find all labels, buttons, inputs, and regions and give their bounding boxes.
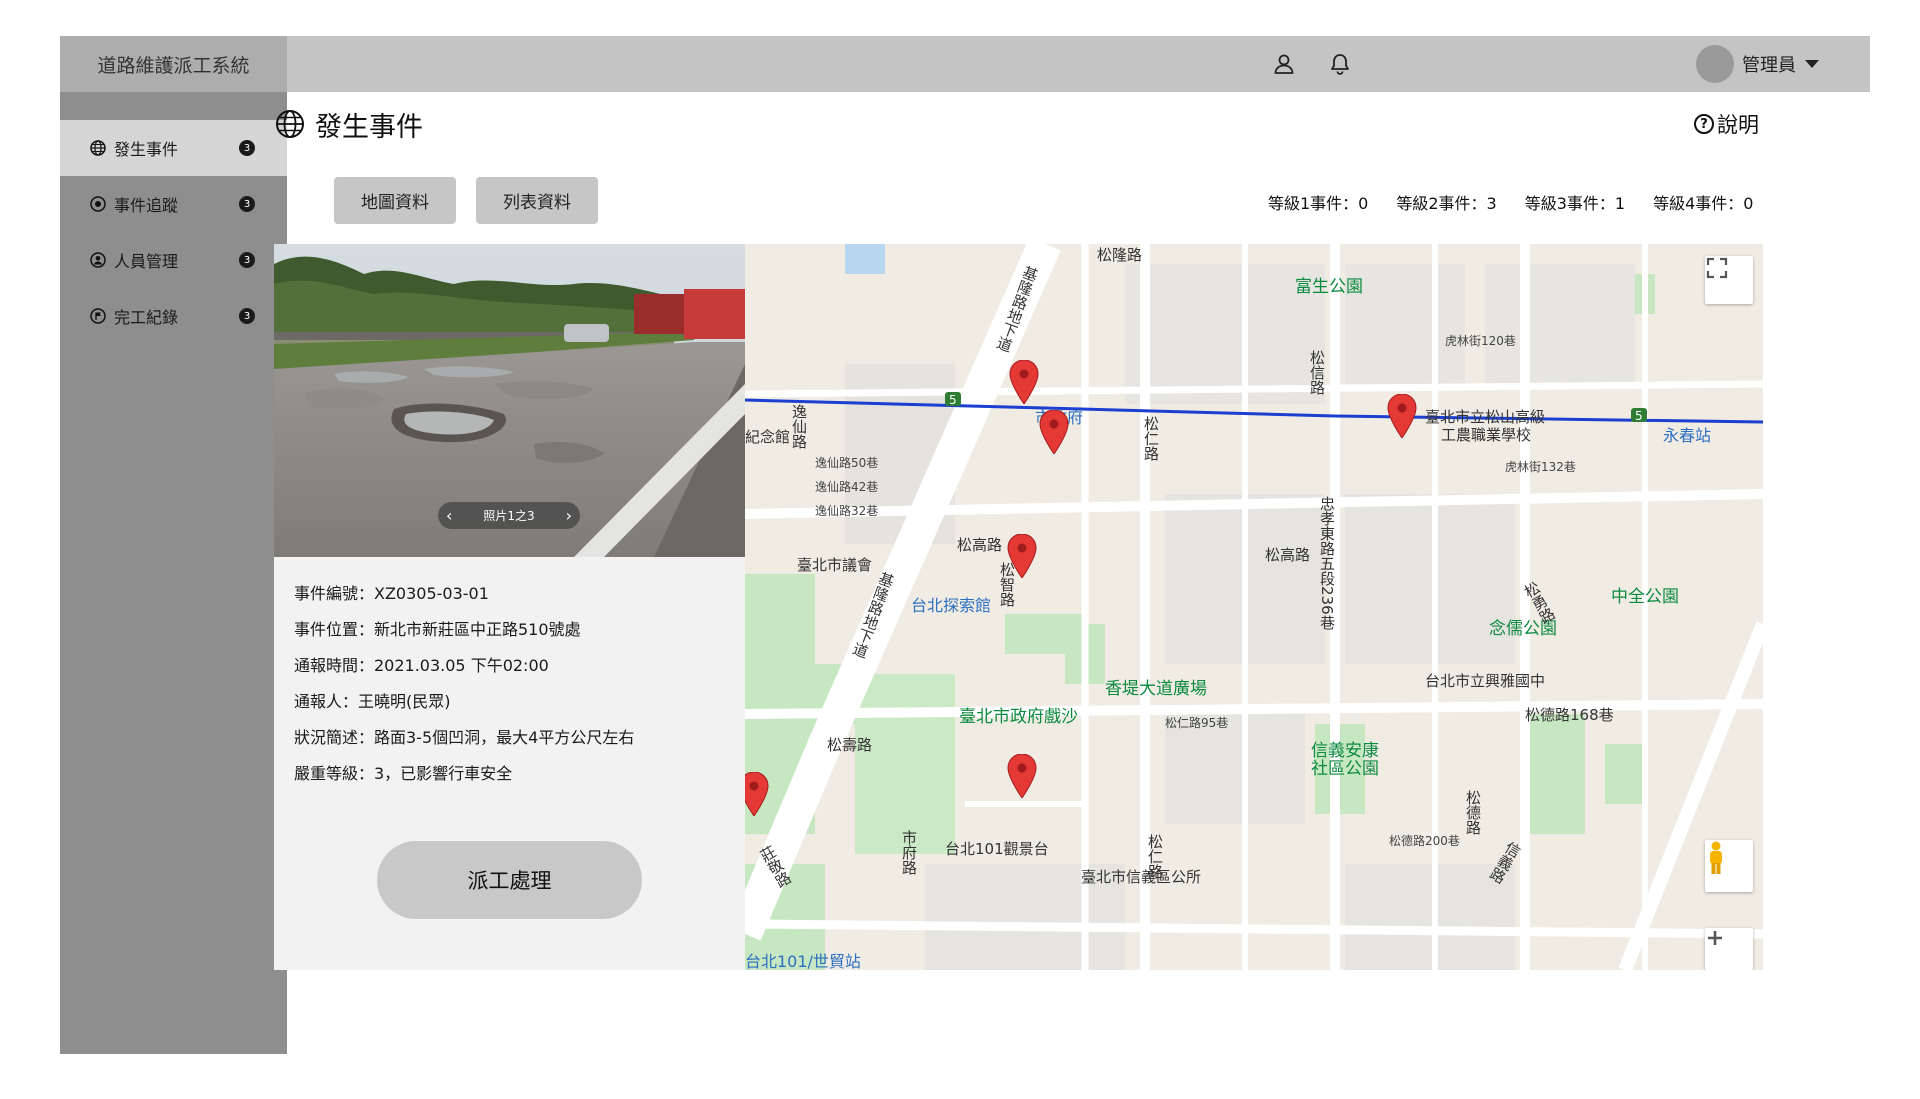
map-label: 松德路168巷 [1525, 706, 1614, 724]
map-label: 松仁路 [1142, 416, 1160, 461]
map-label: 逸仙路42巷 [815, 480, 879, 494]
map-label: 工農職業學校 [1441, 426, 1532, 444]
sidebar: 發生事件 3 事件追蹤 3 人員管理 3 完工紀錄 3 [60, 92, 287, 1054]
map-pin[interactable] [1007, 534, 1037, 578]
globe-icon [276, 110, 304, 138]
map-label: 松信路 [1308, 350, 1326, 395]
level-2-count: 等級2事件：3 [1396, 194, 1497, 213]
map-pin[interactable] [1039, 410, 1069, 454]
tab-list-data[interactable]: 列表資料 [476, 177, 598, 224]
help-label: 說明 [1717, 113, 1759, 137]
map-label: 松壽路 [827, 736, 873, 754]
event-photo: ‹ 照片1之3 › [274, 244, 745, 557]
user-menu[interactable]: 管理員 [1696, 44, 1819, 84]
map-label: 市府路 [900, 830, 918, 875]
help-link[interactable]: ? 說明 [1694, 109, 1759, 139]
map-label: 松仁路95巷 [1165, 716, 1229, 730]
map-label: 逸仙路 [790, 404, 808, 449]
map-label: 永春站 [1663, 426, 1712, 445]
map-label: 松仁路 [1146, 834, 1164, 879]
sidebar-item-label: 發生事件 [114, 140, 179, 159]
level-3-count: 等級3事件：1 [1524, 194, 1626, 213]
metro-marker: 5 [1635, 409, 1643, 423]
dispatch-button[interactable]: 派工處理 [377, 841, 642, 919]
event-panel: ‹ 照片1之3 › 事件編號：XZ0305-03-01 事件位置：新北市新莊區中… [274, 244, 1823, 970]
map-canvas [745, 244, 1763, 970]
map-label: 虎林街132巷 [1505, 460, 1576, 474]
level-4-count: 等級4事件：0 [1653, 194, 1754, 213]
sidebar-item-completed[interactable]: 完工紀錄 3 [60, 288, 287, 344]
event-time: 通報時間：2021.03.05 下午02:00 [294, 656, 549, 675]
count-badge: 3 [239, 140, 255, 156]
map-pin[interactable] [1007, 754, 1037, 798]
map-label: 台北探索館 [911, 596, 992, 615]
map-pin[interactable] [1009, 360, 1039, 404]
map-label: 松隆路 [1097, 246, 1143, 264]
bell-icon[interactable] [1326, 50, 1354, 78]
count-badge: 3 [239, 308, 255, 324]
map-label: 松德路200巷 [1389, 834, 1460, 848]
page-title: 發生事件 [275, 104, 423, 144]
sidebar-item-label: 事件追蹤 [114, 196, 179, 215]
event-reporter: 通報人：王曉明(民眾) [294, 692, 451, 711]
help-icon: ? [1694, 114, 1714, 134]
map-pin[interactable] [745, 772, 769, 816]
map-pin[interactable] [1387, 394, 1417, 438]
metro-marker: 5 [949, 393, 957, 407]
chevron-left-icon[interactable]: ‹ [446, 507, 452, 524]
eye-icon [89, 195, 107, 213]
tab-map-data[interactable]: 地圖資料 [334, 177, 456, 224]
map-label: 松高路 [1265, 546, 1311, 564]
map-label: 紀念館 [745, 428, 791, 446]
person-circle-icon [89, 251, 107, 269]
level-1-count: 等級1事件：0 [1268, 194, 1369, 213]
globe-icon [89, 139, 107, 157]
user-icon[interactable] [1270, 50, 1298, 78]
app-title: 道路維護派工系統 [60, 36, 287, 92]
avatar [1696, 45, 1734, 83]
sidebar-item-tracking[interactable]: 事件追蹤 3 [60, 176, 287, 232]
event-summary: 狀況簡述：路面3-5個凹洞，最大4平方公尺左右 [294, 728, 635, 747]
photo-pager: ‹ 照片1之3 › [438, 502, 580, 529]
count-badge: 3 [239, 196, 255, 212]
map-label: 松高路 [957, 536, 1003, 554]
sidebar-item-events[interactable]: 發生事件 3 [60, 120, 287, 176]
event-severity: 嚴重等級：3，已影響行車安全 [294, 764, 513, 783]
level-summary: 等級1事件：0 等級2事件：3 等級3事件：1 等級4事件：0 [1268, 190, 1754, 214]
count-badge: 3 [239, 252, 255, 268]
top-bar: 道路維護派工系統 管理員 [60, 36, 1870, 92]
map-label: 虎林街120巷 [1445, 334, 1516, 348]
map-label: 社區公園 [1311, 759, 1379, 779]
fullscreen-icon[interactable] [1705, 256, 1753, 304]
photo-counter-text: 照片1之3 [483, 509, 535, 523]
map-label: 忠孝東路五段236巷 [1318, 496, 1336, 630]
map-label: 台北101觀景台 [945, 840, 1049, 858]
map-label: 臺北市議會 [797, 556, 873, 574]
sidebar-item-label: 完工紀錄 [114, 308, 179, 327]
map-label: 香堤大道廣場 [1105, 679, 1207, 699]
zoom-in-icon[interactable] [1705, 928, 1753, 970]
event-id: 事件編號：XZ0305-03-01 [294, 584, 489, 603]
event-location: 事件位置：新北市新莊區中正路510號處 [294, 620, 581, 639]
user-name: 管理員 [1742, 55, 1796, 76]
map-view[interactable]: 松隆路 富生公園 市政府 臺北市立松山高級 工農職業學校 永春站 紀念館 松高路… [745, 244, 1763, 970]
map-label: 松德路 [1464, 790, 1482, 835]
map-label: 台北101/世貿站 [745, 952, 861, 970]
chevron-right-icon[interactable]: › [566, 507, 572, 524]
map-label: 逸仙路32巷 [815, 504, 879, 518]
map-label: 台北市立興雅國中 [1425, 672, 1546, 690]
flag-circle-icon [89, 307, 107, 325]
chevron-down-icon [1805, 60, 1819, 68]
page-title-text: 發生事件 [315, 111, 423, 143]
map-label: 逸仙路50巷 [815, 456, 879, 470]
map-label: 臺北市信義區公所 [1081, 868, 1202, 886]
sidebar-item-staff[interactable]: 人員管理 3 [60, 232, 287, 288]
map-label: 中全公園 [1611, 587, 1679, 607]
map-label: 臺北市政府戲沙 [959, 707, 1078, 727]
pegman-icon[interactable] [1705, 840, 1753, 892]
sidebar-item-label: 人員管理 [114, 252, 179, 271]
map-label: 富生公園 [1295, 277, 1363, 297]
